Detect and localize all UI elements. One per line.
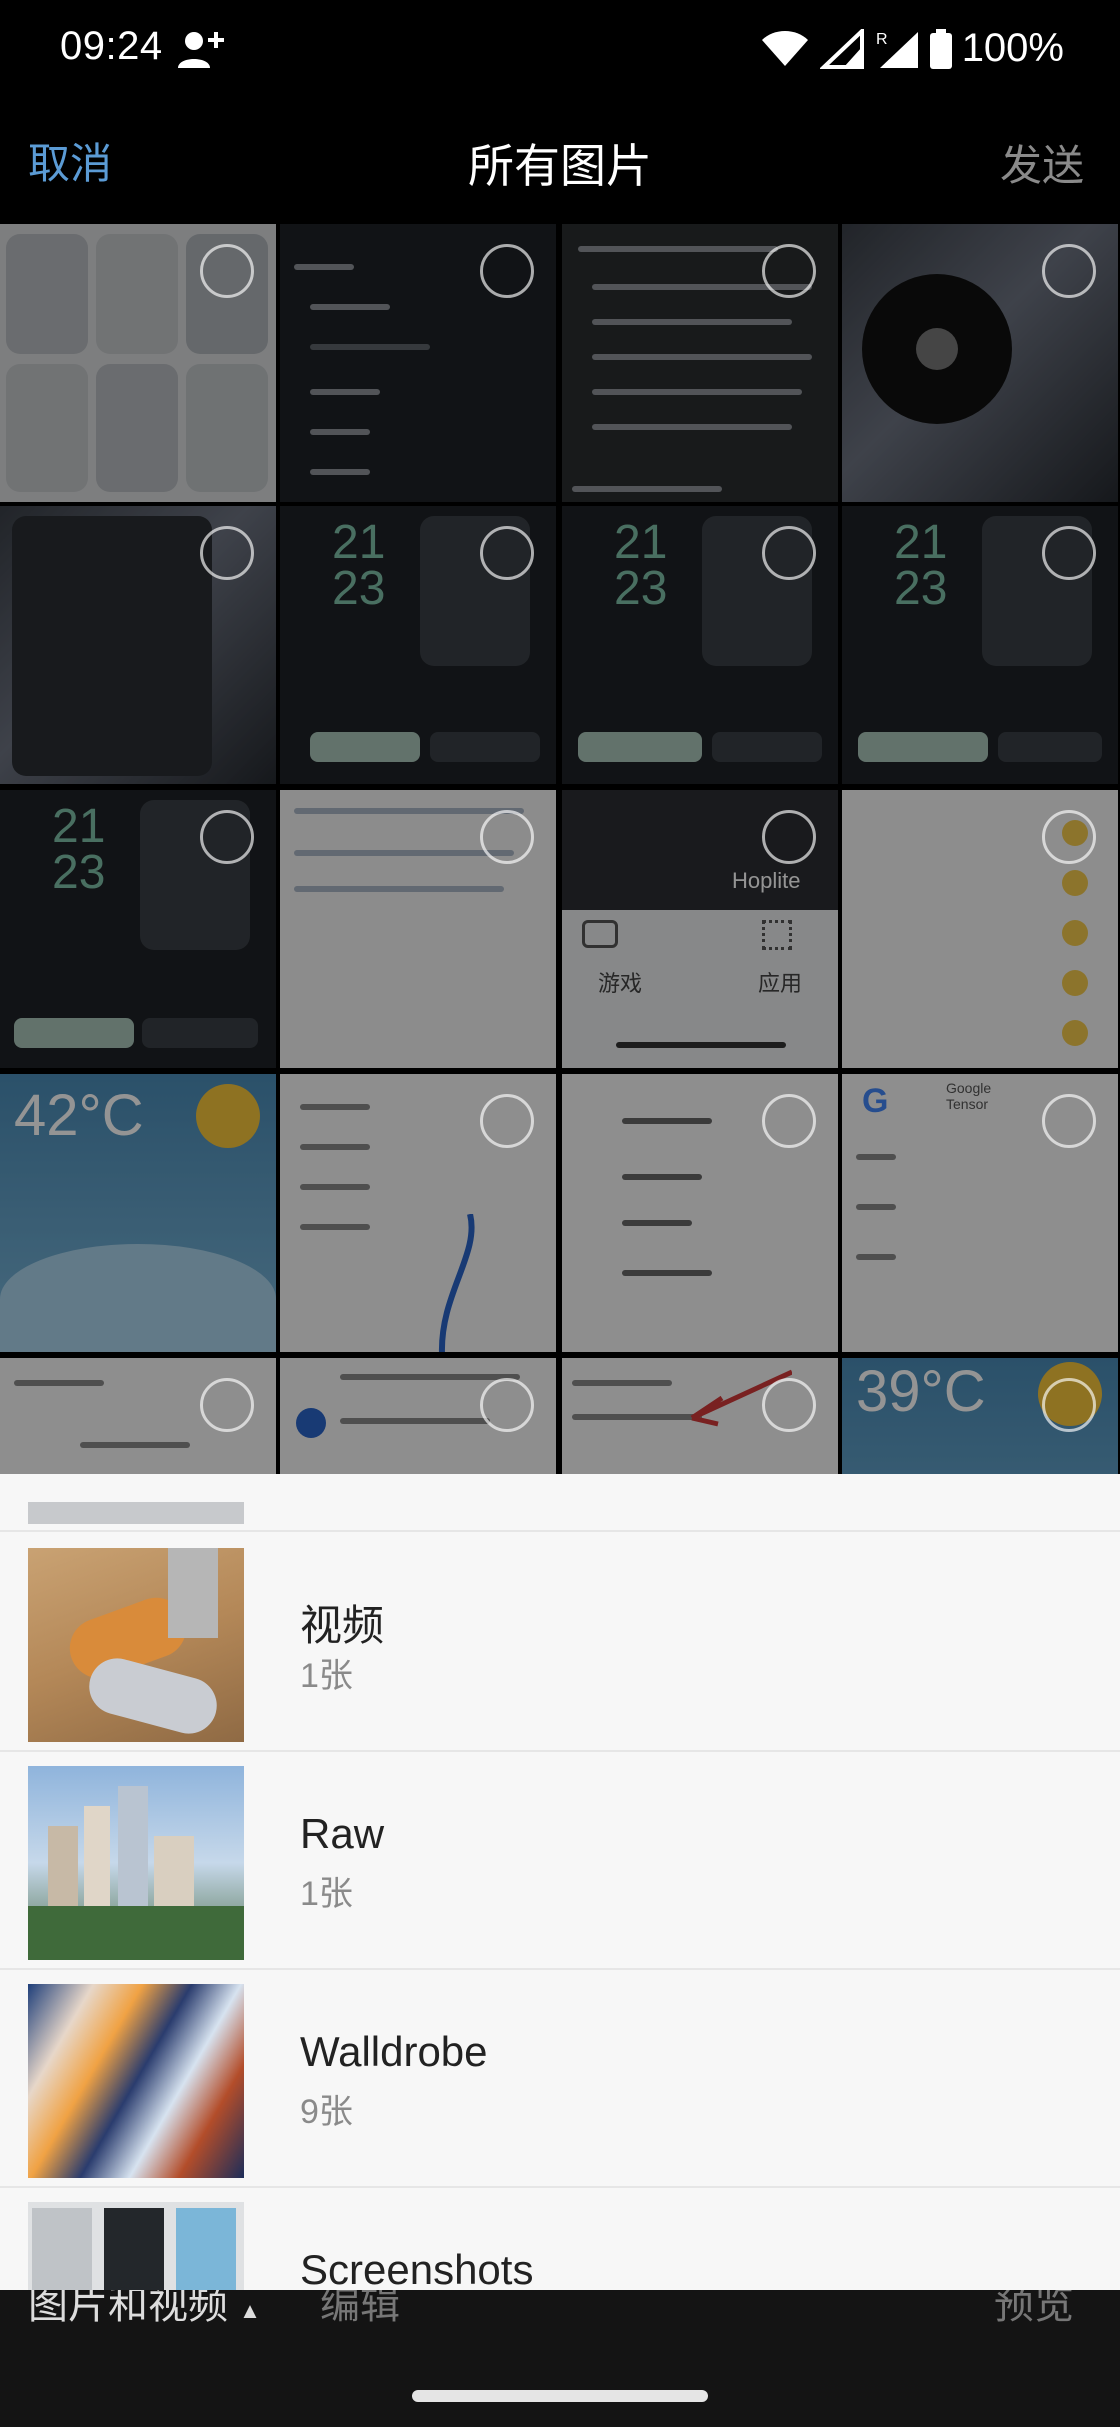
grid-image[interactable]: 21 23: [842, 506, 1118, 784]
select-circle[interactable]: [1042, 1094, 1096, 1148]
select-circle[interactable]: [762, 1378, 816, 1432]
battery-percentage: 100%: [961, 26, 1064, 70]
grid-image[interactable]: [562, 1074, 838, 1352]
grid-image[interactable]: [0, 1358, 276, 1474]
album-item-raw[interactable]: Raw 1张: [0, 1752, 1120, 1970]
select-circle[interactable]: [200, 244, 254, 298]
grid-image[interactable]: [280, 1074, 556, 1352]
grid-image[interactable]: 21 23: [280, 506, 556, 784]
divider: [0, 1530, 1120, 1532]
album-thumbnail: [28, 1766, 244, 1960]
select-circle[interactable]: [762, 244, 816, 298]
select-circle[interactable]: [762, 1094, 816, 1148]
select-circle[interactable]: [200, 526, 254, 580]
select-circle[interactable]: [480, 1378, 534, 1432]
page-title: 所有图片: [468, 140, 652, 192]
caret-up-icon: ▲: [239, 2298, 261, 2323]
grid-image[interactable]: [280, 224, 556, 502]
status-right-group: R 100%: [760, 26, 1064, 71]
grid-image[interactable]: [842, 224, 1118, 502]
grid-image[interactable]: 39°C: [842, 1358, 1118, 1474]
select-circle[interactable]: [480, 526, 534, 580]
thumbnail-shape: [82, 1652, 224, 1740]
grid-image[interactable]: G Google Tensor: [842, 1074, 1118, 1352]
album-item-screenshots[interactable]: Screenshots: [0, 2188, 1120, 2290]
battery-icon: [929, 28, 952, 69]
grid-image[interactable]: Hoplite 游戏 应用: [562, 790, 838, 1068]
select-circle[interactable]: [1042, 1378, 1096, 1432]
album-thumb-partial: [28, 1502, 244, 1524]
wifi-icon: [761, 30, 808, 66]
album-thumbnail: [28, 2202, 244, 2290]
select-circle[interactable]: [480, 244, 534, 298]
thumbnail-shape: [176, 2208, 236, 2290]
album-item-video[interactable]: 视频 1张: [0, 1534, 1120, 1752]
grid-image[interactable]: [280, 1358, 556, 1474]
select-circle[interactable]: [762, 810, 816, 864]
select-circle[interactable]: [200, 810, 254, 864]
album-count: 1张: [300, 1875, 353, 1913]
album-thumbnail: [28, 1984, 244, 2178]
grid-image[interactable]: [280, 790, 556, 1068]
album-name: 视频: [300, 1602, 385, 1649]
home-indicator[interactable]: [412, 2390, 708, 2402]
select-circle[interactable]: [1042, 526, 1096, 580]
dim-overlay: [0, 1074, 276, 1352]
album-item-walldrobe[interactable]: Walldrobe 9张: [0, 1970, 1120, 2188]
album-name: Walldrobe: [300, 2028, 488, 2075]
status-bar: 09:24 R 100%: [0, 0, 1120, 100]
select-circle[interactable]: [1042, 810, 1096, 864]
grid-image[interactable]: [0, 224, 276, 502]
album-name: Screenshots: [300, 2246, 534, 2290]
grid-image[interactable]: [0, 506, 276, 784]
album-name: Raw: [300, 1810, 385, 1857]
image-grid: 21 23 21 23 21 23 21 23 Hoplite 游戏 应用 42…: [0, 224, 1120, 1474]
grid-image[interactable]: [562, 1358, 838, 1474]
grid-image[interactable]: 21 23: [0, 790, 276, 1068]
thumbnail-shape: [32, 2208, 92, 2290]
album-count: 1张: [300, 1657, 353, 1695]
signal-icon: R: [876, 31, 918, 68]
select-circle[interactable]: [480, 1094, 534, 1148]
bottom-action-bar: 图片和视频 ▲ 编辑 预览: [0, 2283, 1120, 2427]
user-add-icon: [178, 32, 224, 68]
album-thumbnail: [28, 1548, 244, 1742]
thumbnail-shape: [28, 1906, 244, 1960]
select-circle[interactable]: [480, 810, 534, 864]
grid-image[interactable]: 21 23: [562, 506, 838, 784]
signal-icon: [819, 28, 864, 69]
select-circle[interactable]: [1042, 244, 1096, 298]
album-picker-sheet: 视频 1张 Raw 1张 Walldrobe 9张 Screenshots: [0, 1474, 1120, 2290]
thumbnail-shape: [118, 1786, 148, 1926]
thumbnail-shape: [104, 2208, 164, 2290]
send-button[interactable]: 发送: [1000, 132, 1084, 193]
grid-image[interactable]: 42°C: [0, 1074, 276, 1352]
grid-image[interactable]: [842, 790, 1118, 1068]
picker-header: 取消 所有图片 发送: [0, 100, 1120, 224]
album-count: 9张: [300, 2093, 353, 2131]
thumbnail-shape: [168, 1548, 218, 1638]
select-circle[interactable]: [200, 1378, 254, 1432]
select-circle[interactable]: [762, 526, 816, 580]
status-time: 09:24: [60, 24, 163, 68]
roaming-label: R: [876, 31, 888, 48]
grid-image[interactable]: [562, 224, 838, 502]
